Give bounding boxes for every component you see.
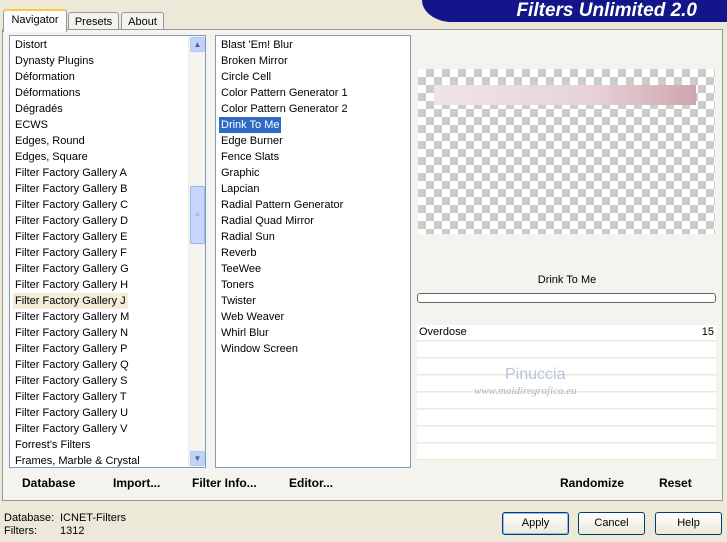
category-item[interactable]: Filter Factory Gallery G (13, 261, 131, 277)
filter-item[interactable]: Radial Quad Mirror (219, 213, 316, 229)
category-item[interactable]: Filter Factory Gallery U (13, 405, 130, 421)
filter-item[interactable]: Broken Mirror (219, 53, 290, 69)
category-item[interactable]: Filter Factory Gallery B (13, 181, 129, 197)
category-item[interactable]: Filter Factory Gallery D (13, 213, 130, 229)
param-row-overdose[interactable]: Overdose 15 (417, 325, 716, 341)
watermark-name: Pinuccia (505, 366, 566, 383)
scroll-thumb[interactable]: ≡ (190, 186, 205, 244)
title-banner: Filters Unlimited 2.0 (422, 0, 727, 22)
category-list[interactable]: ▲ ≡ ▼ Distort Dynasty Plugins Déformation D… (9, 35, 206, 468)
filter-item[interactable]: Web Weaver (219, 309, 286, 325)
category-item[interactable]: Déformations (13, 85, 82, 101)
filter-item[interactable]: Color Pattern Generator 2 (219, 101, 350, 117)
filter-item[interactable]: Color Pattern Generator 1 (219, 85, 350, 101)
scroll-down-arrow-icon[interactable]: ▼ (190, 451, 205, 466)
filter-item[interactable]: Reverb (219, 245, 258, 261)
param-row-empty (417, 359, 716, 375)
filter-item[interactable]: Radial Pattern Generator (219, 197, 345, 213)
filter-item[interactable]: Toners (219, 277, 256, 293)
category-item[interactable]: ECWS (13, 117, 50, 133)
filter-item[interactable]: Edge Burner (219, 133, 285, 149)
progress-bar (417, 293, 716, 303)
filter-item[interactable]: Fence Slats (219, 149, 281, 165)
cancel-button[interactable]: Cancel (578, 512, 645, 535)
category-item[interactable]: Filter Factory Gallery S (13, 373, 129, 389)
param-row-empty (417, 427, 716, 443)
database-button[interactable]: Database (22, 476, 75, 490)
param-label: Overdose (419, 326, 467, 338)
param-row-empty (417, 342, 716, 358)
category-item[interactable]: Frames, Marble & Crystal (13, 453, 142, 467)
selected-filter-name: Drink To Me (537, 274, 597, 286)
filter-item[interactable]: Graphic (219, 165, 262, 181)
tab-navigator[interactable]: Navigator (3, 9, 67, 32)
filter-item[interactable]: Whirl Blur (219, 325, 271, 341)
category-item[interactable]: Filter Factory Gallery T (13, 389, 129, 405)
filter-item[interactable]: Circle Cell (219, 69, 273, 85)
category-item[interactable]: Distort (13, 37, 49, 53)
category-item[interactable]: Filter Factory Gallery F (13, 245, 129, 261)
category-item[interactable]: Filter Factory Gallery J (13, 293, 128, 309)
category-scrollbar[interactable]: ▲ ≡ ▼ (188, 36, 205, 467)
param-row-empty (417, 410, 716, 426)
filter-item[interactable]: TeeWee (219, 261, 263, 277)
help-button[interactable]: Help (655, 512, 722, 535)
category-item[interactable]: Filter Factory Gallery N (13, 325, 130, 341)
filter-item[interactable]: Radial Sun (219, 229, 277, 245)
filter-info-button[interactable]: Filter Info... (192, 476, 257, 490)
filters-count-label: Filters: (4, 525, 37, 537)
apply-button[interactable]: Apply (502, 512, 569, 535)
category-item[interactable]: Filter Factory Gallery H (13, 277, 130, 293)
filter-item[interactable]: Twister (219, 293, 258, 309)
preview-image (418, 69, 715, 234)
category-item[interactable]: Filter Factory Gallery M (13, 309, 131, 325)
category-item[interactable]: Edges, Round (13, 133, 87, 149)
category-item[interactable]: Dynasty Plugins (13, 53, 96, 69)
preview-content (434, 85, 696, 105)
category-item[interactable]: Filter Factory Gallery E (13, 229, 129, 245)
param-value: 15 (701, 326, 714, 338)
randomize-button[interactable]: Randomize (560, 476, 624, 490)
filter-item[interactable]: Blast 'Em! Blur (219, 37, 295, 53)
database-value: ICNET-Filters (60, 512, 126, 524)
category-item[interactable]: Edges, Square (13, 149, 90, 165)
param-row-empty (417, 444, 716, 460)
filter-item[interactable]: Lapcian (219, 181, 262, 197)
import-button[interactable]: Import... (113, 476, 160, 490)
category-item[interactable]: Forrest's Filters (13, 437, 92, 453)
reset-button[interactable]: Reset (659, 476, 692, 490)
database-label: Database: (4, 512, 55, 524)
category-item[interactable]: Filter Factory Gallery P (13, 341, 129, 357)
filter-item[interactable]: Drink To Me (219, 117, 282, 133)
category-item[interactable]: Filter Factory Gallery Q (13, 357, 131, 373)
filters-count-value: 1312 (60, 525, 85, 537)
category-item[interactable]: Filter Factory Gallery V (13, 421, 129, 437)
app-title: Filters Unlimited 2.0 (516, 0, 697, 21)
watermark-url: www.maidiregrafica.eu (474, 385, 577, 397)
category-item[interactable]: Dégradés (13, 101, 65, 117)
category-item[interactable]: Filter Factory Gallery A (13, 165, 129, 181)
filter-item[interactable]: Window Screen (219, 341, 300, 357)
scroll-up-arrow-icon[interactable]: ▲ (190, 37, 205, 52)
editor-button[interactable]: Editor... (289, 476, 333, 490)
filter-list[interactable]: Blast 'Em! Blur Broken Mirror Circle Cell C… (215, 35, 411, 468)
category-item[interactable]: Filter Factory Gallery C (13, 197, 130, 213)
category-item[interactable]: Déformation (13, 69, 77, 85)
